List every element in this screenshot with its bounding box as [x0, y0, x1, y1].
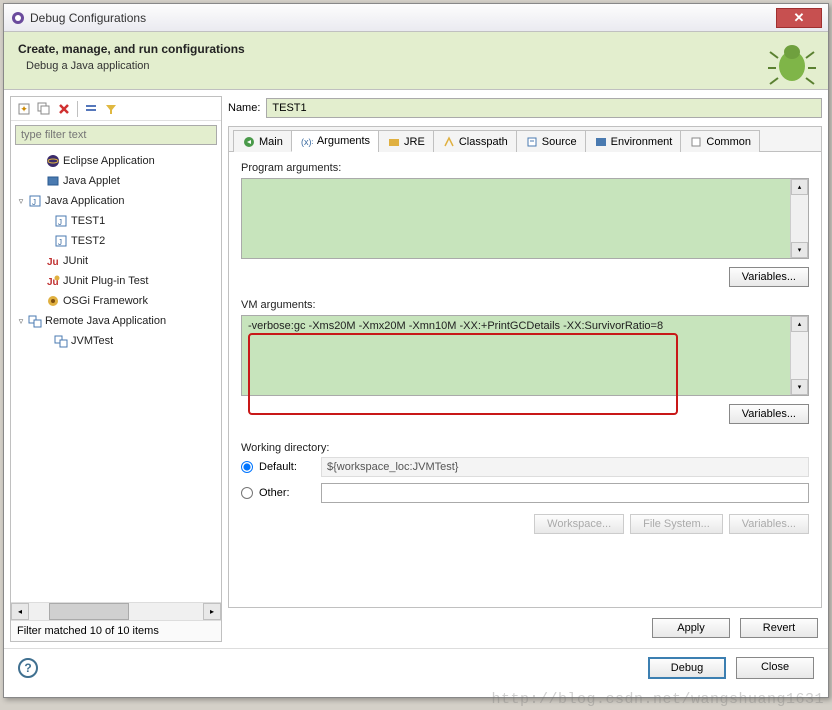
vm-variables-button[interactable]: Variables...: [729, 404, 809, 424]
java-app-icon: J: [27, 193, 43, 209]
name-label: Name:: [228, 102, 260, 114]
workspace-button[interactable]: Workspace...: [534, 514, 624, 534]
debug-button[interactable]: Debug: [648, 657, 726, 679]
app-icon: [10, 10, 26, 26]
tree-item-remote-java[interactable]: ▿Remote Java Application: [13, 311, 219, 331]
window-title: Debug Configurations: [30, 11, 776, 25]
applet-icon: [45, 173, 61, 189]
tree-item-junit[interactable]: JuJUnit: [13, 251, 219, 271]
svg-text:(x)=: (x)=: [301, 137, 313, 147]
junit-plugin-icon: Ju: [45, 273, 61, 289]
run-config-icon: J: [53, 233, 69, 249]
run-config-icon: J: [53, 213, 69, 229]
help-icon[interactable]: ?: [18, 658, 38, 678]
tree-item-jvmtest[interactable]: JVMTest: [13, 331, 219, 351]
tree-item-junit-plugin[interactable]: JuJUnit Plug-in Test: [13, 271, 219, 291]
vm-args-label: VM arguments:: [241, 299, 809, 311]
debug-bug-icon: [768, 38, 816, 89]
dialog-header: Create, manage, and run configurations D…: [4, 32, 828, 90]
tab-source[interactable]: Source: [516, 130, 586, 152]
default-dir-radio[interactable]: [241, 461, 253, 473]
common-tab-icon: [689, 135, 703, 149]
tree-scrollbar-horizontal[interactable]: ◂ ▸: [11, 602, 221, 620]
textarea-scrollbar[interactable]: ▴▾: [790, 179, 808, 258]
apply-button[interactable]: Apply: [652, 618, 730, 638]
tab-strip: Main (x)=Arguments JRE Classpath Source …: [229, 127, 821, 152]
tab-main[interactable]: Main: [233, 130, 292, 152]
header-title: Create, manage, and run configurations: [18, 42, 814, 56]
window-close-button[interactable]: ✕: [776, 8, 822, 28]
tab-jre[interactable]: JRE: [378, 130, 434, 152]
scroll-left-button[interactable]: ◂: [11, 603, 29, 620]
junit-icon: Ju: [45, 253, 61, 269]
program-args-label: Program arguments:: [241, 162, 809, 174]
tree-toolbar: ✦: [11, 97, 221, 121]
filesystem-button[interactable]: File System...: [630, 514, 723, 534]
vm-args-textarea[interactable]: [242, 316, 808, 392]
tab-common[interactable]: Common: [680, 130, 760, 152]
config-name-input[interactable]: [266, 98, 822, 118]
tree-item-java-application[interactable]: ▿JJava Application: [13, 191, 219, 211]
tree-item-osgi[interactable]: OSGi Framework: [13, 291, 219, 311]
tree-item-java-applet[interactable]: Java Applet: [13, 171, 219, 191]
expand-icon[interactable]: ▿: [15, 316, 27, 327]
eclipse-icon: [45, 153, 61, 169]
revert-button[interactable]: Revert: [740, 618, 818, 638]
close-button[interactable]: Close: [736, 657, 814, 679]
program-args-textarea[interactable]: [242, 179, 808, 255]
classpath-tab-icon: [442, 135, 456, 149]
tree-item-test1[interactable]: JTEST1: [13, 211, 219, 231]
environment-tab-icon: [594, 135, 608, 149]
scroll-right-button[interactable]: ▸: [203, 603, 221, 620]
delete-config-button[interactable]: [55, 100, 73, 118]
config-tree[interactable]: Eclipse Application Java Applet ▿JJava A…: [11, 149, 221, 602]
titlebar: Debug Configurations ✕: [4, 4, 828, 32]
new-config-button[interactable]: ✦: [15, 100, 33, 118]
default-dir-value: ${workspace_loc:JVMTest}: [321, 457, 809, 477]
filter-input[interactable]: [15, 125, 217, 145]
jre-tab-icon: [387, 135, 401, 149]
scroll-thumb[interactable]: [49, 603, 129, 620]
tree-item-eclipse-app[interactable]: Eclipse Application: [13, 151, 219, 171]
wd-variables-button[interactable]: Variables...: [729, 514, 809, 534]
default-label: Default:: [259, 461, 315, 473]
svg-text:J: J: [32, 198, 36, 207]
tree-item-test2[interactable]: JTEST2: [13, 231, 219, 251]
duplicate-config-button[interactable]: [35, 100, 53, 118]
svg-text:J: J: [58, 238, 62, 247]
svg-text:Ju: Ju: [47, 257, 59, 268]
source-tab-icon: [525, 135, 539, 149]
expand-icon[interactable]: ▿: [15, 196, 27, 207]
working-dir-label: Working directory:: [241, 442, 809, 454]
tab-classpath[interactable]: Classpath: [433, 130, 517, 152]
header-subtitle: Debug a Java application: [26, 60, 814, 72]
collapse-all-button[interactable]: [82, 100, 100, 118]
program-variables-button[interactable]: Variables...: [729, 267, 809, 287]
svg-text:J: J: [58, 218, 62, 227]
tab-arguments[interactable]: (x)=Arguments: [291, 130, 379, 152]
svg-text:✦: ✦: [20, 104, 28, 114]
osgi-icon: [45, 293, 61, 309]
other-dir-input[interactable]: [321, 483, 809, 503]
arguments-tab-icon: (x)=: [300, 134, 314, 148]
other-dir-radio[interactable]: [241, 487, 253, 499]
run-config-icon: [53, 333, 69, 349]
filter-status: Filter matched 10 of 10 items: [11, 620, 221, 641]
config-tree-pane: ✦ Eclipse Application Java Applet ▿JJava…: [10, 96, 222, 642]
filter-button[interactable]: [102, 100, 120, 118]
other-label: Other:: [259, 487, 315, 499]
textarea-scrollbar[interactable]: ▴▾: [790, 316, 808, 395]
remote-java-icon: [27, 313, 43, 329]
main-tab-icon: [242, 135, 256, 149]
tab-environment[interactable]: Environment: [585, 130, 682, 152]
